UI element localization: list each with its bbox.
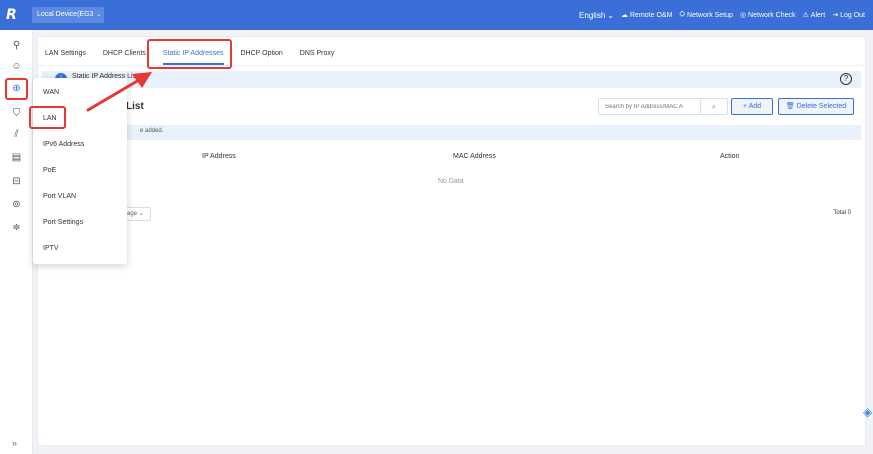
stats-icon[interactable]: ⫽ (8, 126, 25, 143)
chevron-down-icon: ⌄ (607, 10, 614, 20)
monitor-icon[interactable]: ▤ (8, 149, 25, 166)
network-setup-label: Network Setup (687, 11, 733, 19)
language-label: English (579, 10, 606, 20)
shield-icon[interactable]: ⛉ (8, 105, 25, 122)
delete-selected-label: Delete Selected (796, 103, 847, 110)
add-button[interactable]: + Add (731, 98, 773, 115)
diagnostics-icon[interactable]: ⊚ (8, 196, 25, 213)
logout-link[interactable]: ⇥ Log Out (832, 11, 865, 20)
page-size-label: age (127, 211, 138, 217)
tab-dhcp-clients[interactable]: DHCP Clients (103, 45, 146, 63)
language-selector[interactable]: English ⌄ (579, 11, 614, 20)
tab-lan-settings[interactable]: LAN Settings (45, 45, 86, 63)
list-title: List (126, 101, 144, 112)
chevron-down-icon: ⌄ (138, 211, 144, 217)
trash-icon: 🗑 (785, 103, 795, 110)
search-input[interactable] (599, 99, 702, 114)
section-banner: i Static IP Address List ? (42, 71, 861, 88)
remote-om-label: Remote O&M (630, 11, 673, 19)
search-box: ⌕ (598, 98, 728, 115)
main-panel: LAN Settings DHCP Clients Static IP Addr… (37, 36, 867, 446)
help-icon[interactable]: ? (840, 73, 852, 85)
logout-icon: ⇥ (832, 12, 839, 19)
search-icon[interactable]: ⌕ (700, 99, 727, 114)
toolbox-icon[interactable]: ⊟ (8, 173, 25, 190)
tab-dns-proxy[interactable]: DNS Proxy (300, 45, 335, 63)
topology-icon[interactable]: ⚲ (8, 37, 25, 54)
network-check-label: Network Check (748, 11, 796, 19)
annotation-box-tab (147, 39, 232, 69)
device-selector[interactable]: Local Device(EG3 ⌄ (32, 7, 104, 23)
table-header: IP Address MAC Address Action (42, 150, 861, 166)
tab-dhcp-option[interactable]: DHCP Option (241, 45, 283, 63)
delete-selected-button[interactable]: 🗑 Delete Selected (778, 98, 854, 115)
network-setup-link[interactable]: ⛭ Network Setup (679, 11, 733, 19)
remote-om-link[interactable]: ☁ Remote O&M (621, 11, 673, 20)
network-check-link[interactable]: ◎ Network Check (739, 11, 796, 20)
column-mac-address: MAC Address (453, 153, 496, 160)
network-check-icon: ◎ (739, 12, 747, 19)
submenu-item-wan[interactable]: WAN (43, 89, 59, 96)
network-setup-icon: ⛭ (679, 11, 686, 18)
brand-logo: R (6, 7, 17, 23)
device-selector-label: Local Device(EG3 (37, 11, 94, 18)
note-text: e added. (140, 128, 164, 134)
submenu-item-port-vlan[interactable]: Port VLAN (43, 193, 76, 200)
expand-sidebar-button[interactable]: » (12, 438, 17, 448)
user-icon[interactable]: ☺ (8, 58, 25, 75)
submenu-item-iptv[interactable]: IPTV (43, 245, 59, 252)
alert-link[interactable]: ⚠ Alert (802, 11, 826, 20)
submenu-item-poe[interactable]: PoE (43, 167, 56, 174)
top-nav: English ⌄ ☁ Remote O&M ⛭ Network Setup ◎… (579, 0, 865, 30)
total-count: Total 0 (833, 210, 851, 216)
submenu-item-ipv6[interactable]: IPv6 Address (43, 141, 84, 148)
empty-state: No Data (438, 178, 464, 185)
annotation-box-network (5, 78, 28, 100)
cloud-icon: ☁ (621, 12, 628, 19)
note-bar: e added. (42, 125, 861, 140)
settings-sliders-icon[interactable]: ≑ (8, 219, 25, 236)
column-ip-address: IP Address (202, 153, 236, 160)
alert-icon: ⚠ (802, 12, 809, 19)
floating-assistant-icon[interactable]: ◈ (863, 405, 873, 427)
annotation-box-lan (29, 106, 66, 129)
top-bar: R Local Device(EG3 ⌄ English ⌄ ☁ Remote O… (0, 0, 873, 30)
chevron-down-icon: ⌄ (96, 12, 102, 18)
logout-label: Log Out (840, 11, 865, 19)
submenu-item-port-settings[interactable]: Port Settings (43, 219, 83, 226)
alert-label: Alert (810, 11, 826, 19)
column-action: Action (720, 153, 740, 160)
